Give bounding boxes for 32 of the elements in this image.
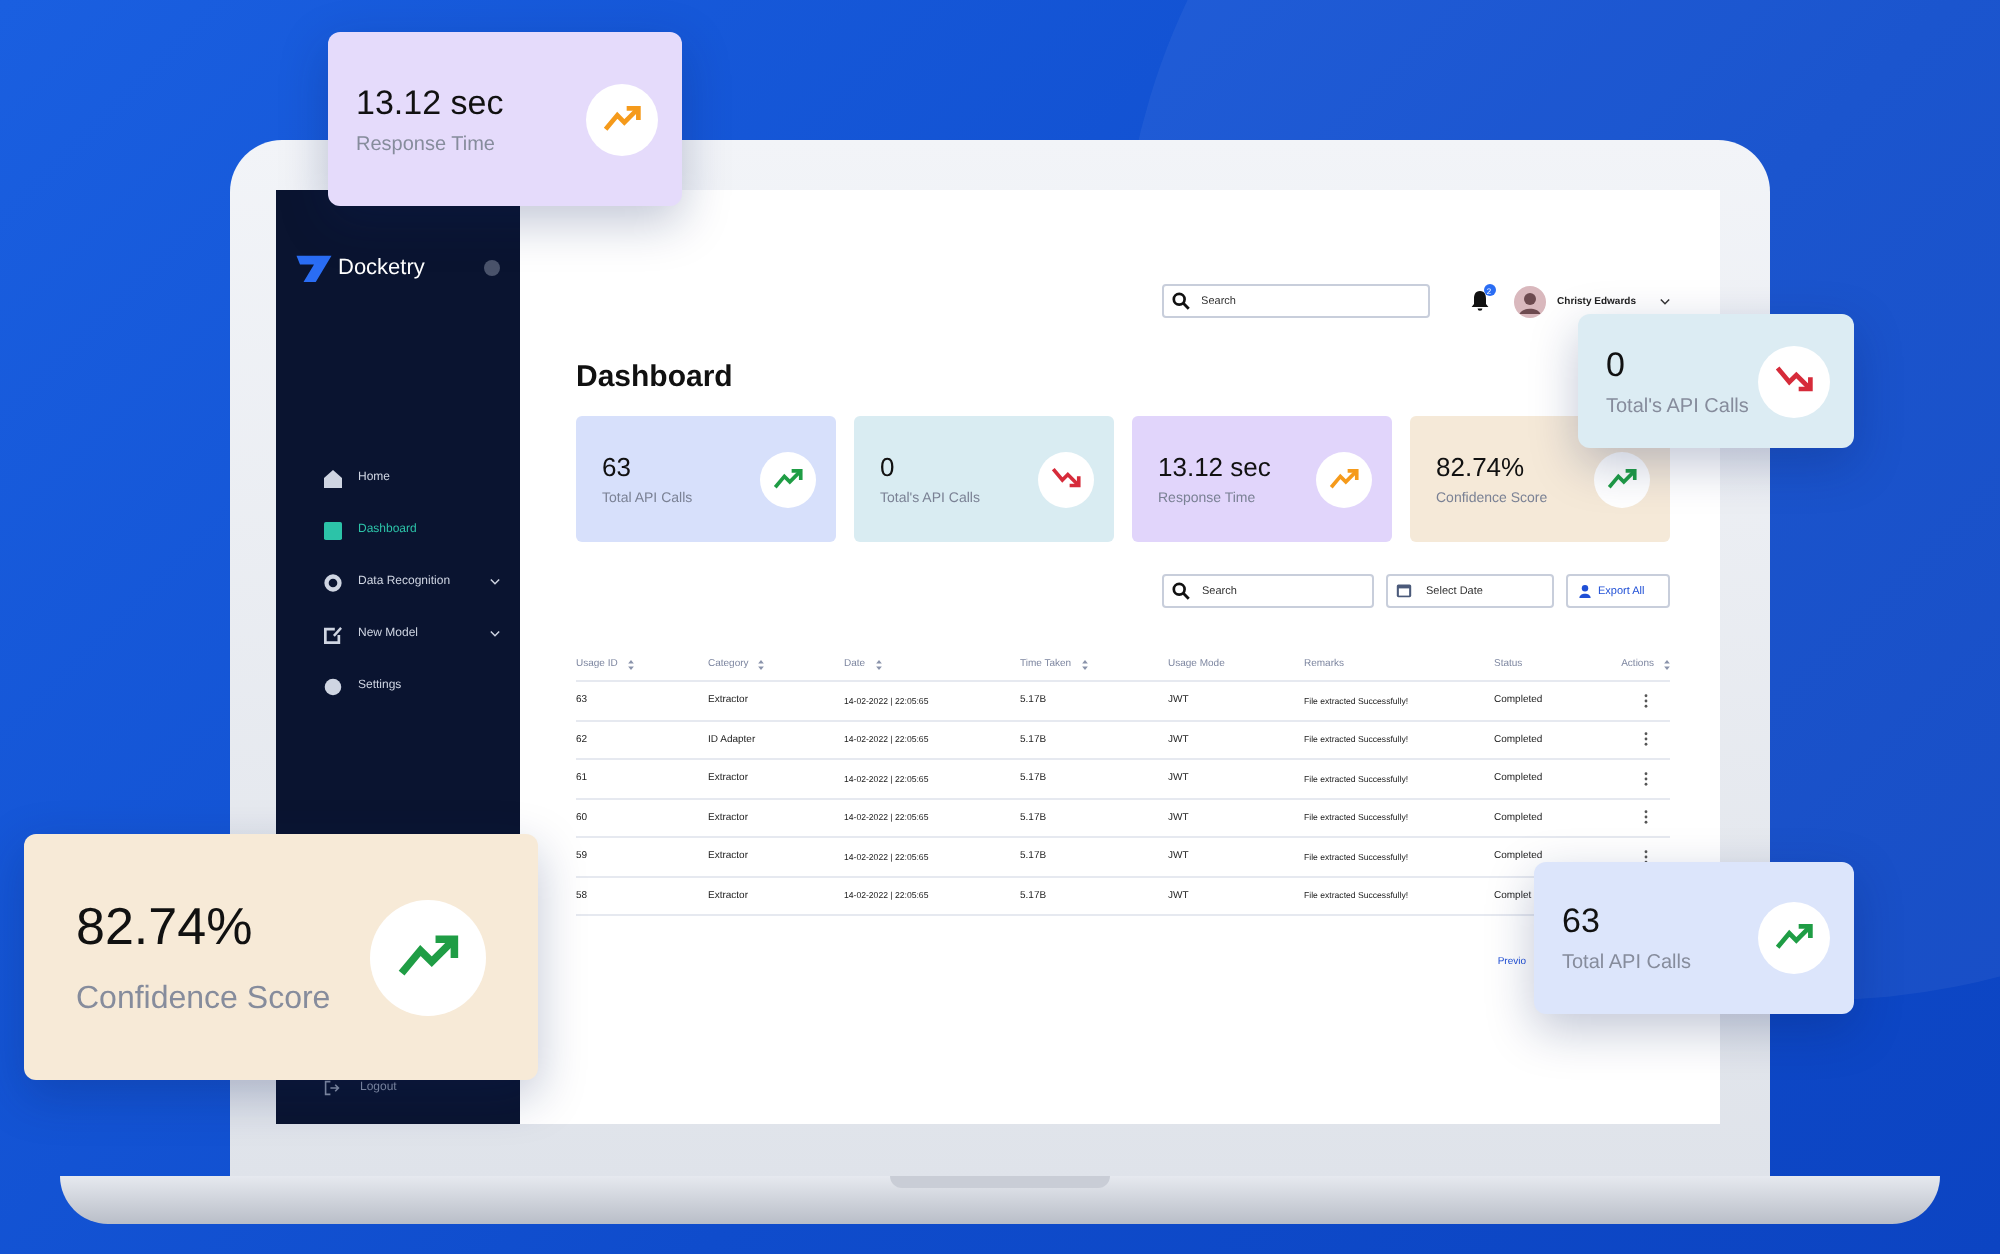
search-icon xyxy=(1172,582,1190,600)
stat-label: Confidence Score xyxy=(76,982,331,1018)
page-title: Dashboard xyxy=(576,360,733,394)
stat-value: 63 xyxy=(1562,902,1602,942)
chevron-icon xyxy=(490,578,500,586)
sort-icon xyxy=(1081,659,1088,669)
ring-icon xyxy=(324,573,342,591)
logo-icon xyxy=(296,254,332,282)
dashboard-icon xyxy=(324,521,342,539)
stat-label: Total's API Calls xyxy=(1606,395,1749,417)
brand-name: Docketry xyxy=(338,256,425,280)
sort-icon xyxy=(1664,659,1670,669)
sort-icon xyxy=(758,659,765,669)
stat-value: 0 xyxy=(880,452,897,482)
avatar-icon[interactable] xyxy=(1513,285,1546,317)
stat-value: 63 xyxy=(602,452,633,482)
chevron-icon xyxy=(490,630,500,638)
sort-icon xyxy=(627,659,634,669)
chevron-icon xyxy=(1660,297,1670,305)
stat-value: 0 xyxy=(1606,345,1627,385)
stat-value: 82.74% xyxy=(1436,452,1527,482)
stat-value: 82.74% xyxy=(76,896,255,958)
user-icon xyxy=(1578,584,1592,598)
stat-label: Total API Calls xyxy=(1562,952,1691,974)
logout-icon xyxy=(324,1080,340,1096)
search-icon xyxy=(1171,292,1190,310)
stat-label: Response Time xyxy=(356,133,497,155)
edit-icon xyxy=(324,625,342,643)
home-icon xyxy=(324,469,342,487)
stat-value: 13.12 sec xyxy=(356,83,504,123)
stat-value: 13.12 sec xyxy=(1158,452,1271,482)
sort-icon xyxy=(875,659,882,669)
